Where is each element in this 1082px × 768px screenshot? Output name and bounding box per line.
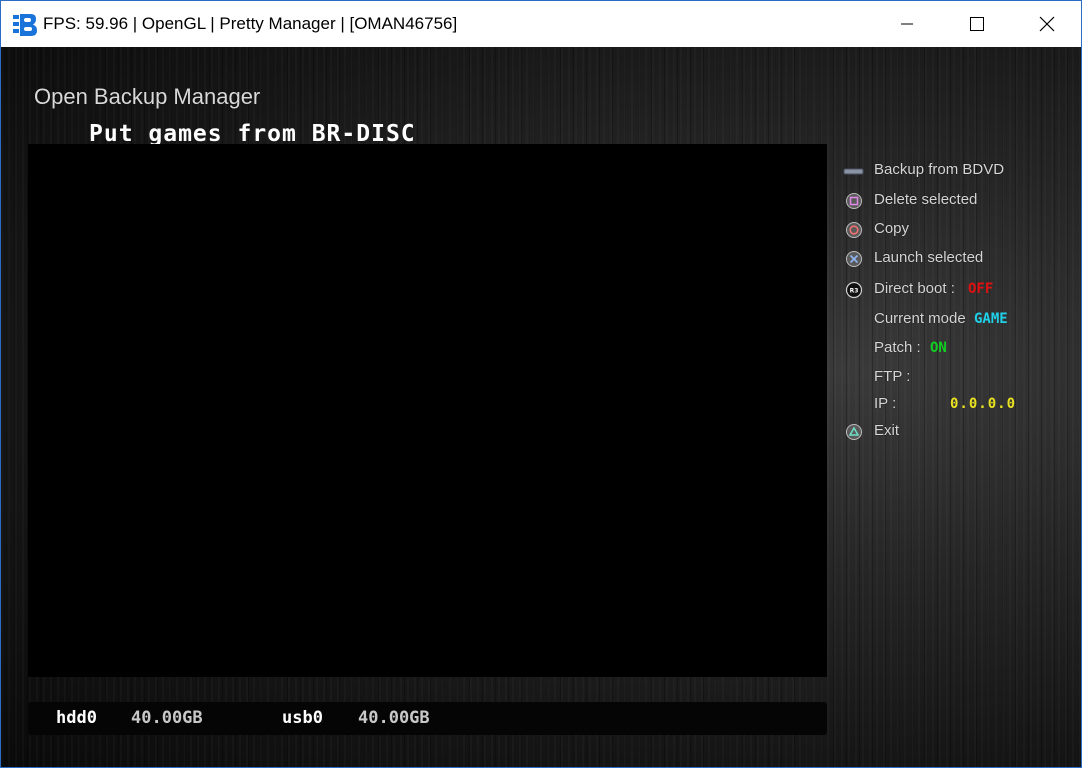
menu-item-patch[interactable]: Patch : ON [843,337,1063,361]
menu-item-direct-boot[interactable]: R3 Direct boot : OFF [843,278,1063,302]
menu-item-backup[interactable]: Backup from BDVD [843,159,1063,183]
menu-item-current-mode[interactable]: Current mode GAME [843,308,1063,332]
storage-status-bar: hdd0 40.00GB usb0 40.00GB [28,702,827,735]
menu-label-patch: Patch : [874,339,921,356]
title-bar[interactable]: FPS: 59.96 | OpenGL | Pretty Manager | [… [1,1,1081,47]
menu-label-current-mode: Current mode [874,310,966,327]
menu-item-delete[interactable]: Delete selected [843,189,1063,213]
menu-label-exit: Exit [874,422,900,439]
window-title: FPS: 59.96 | OpenGL | Pretty Manager | [… [43,14,458,33]
menu-item-ip: IP : 0.0.0.0 [843,393,1063,417]
close-icon [1039,16,1055,32]
triangle-button-icon [846,424,862,440]
svg-text:R3: R3 [850,288,859,295]
usb-label: usb0 [282,708,323,728]
menu-label-direct-boot: Direct boot : [874,280,955,297]
app-title: Open Backup Manager [34,84,261,109]
circle-button-icon [846,222,862,238]
hdd-free-space: 40.00GB [131,708,203,728]
usb-free-space: 40.00GB [358,708,430,728]
menu-label-backup: Backup from BDVD [874,161,1005,178]
patch-value: ON [930,340,947,356]
menu-label-ftp: FTP : [874,368,911,385]
direct-boot-value: OFF [968,281,994,297]
menu-item-copy[interactable]: Copy [843,218,1063,242]
rpcs3-icon [13,14,37,36]
menu-label-delete: Delete selected [874,191,978,208]
game-list-panel[interactable] [28,144,827,677]
menu-item-ftp[interactable]: FTP : [843,366,1063,390]
square-button-icon [846,193,862,209]
select-button-icon [843,168,864,175]
current-mode-value: GAME [974,311,1008,327]
menu-item-exit[interactable]: Exit [843,420,1063,444]
close-button[interactable] [1012,1,1081,47]
menu-item-launch[interactable]: Launch selected [843,247,1063,271]
r3-button-icon: R3 [845,281,863,299]
minimize-icon [901,23,913,25]
hdd-label: hdd0 [56,708,97,728]
menu-label-ip: IP : [874,395,897,412]
menu-label-launch: Launch selected [874,249,984,266]
emulator-window: FPS: 59.96 | OpenGL | Pretty Manager | [… [0,0,1082,768]
game-viewport[interactable]: Open Backup Manager Put games from BR-DI… [1,47,1081,767]
maximize-icon [970,17,984,31]
cross-button-icon [846,251,862,267]
minimize-button[interactable] [872,1,942,47]
ip-value: 0.0.0.0 [950,396,1017,412]
maximize-button[interactable] [942,1,1012,47]
menu-label-copy: Copy [874,220,910,237]
